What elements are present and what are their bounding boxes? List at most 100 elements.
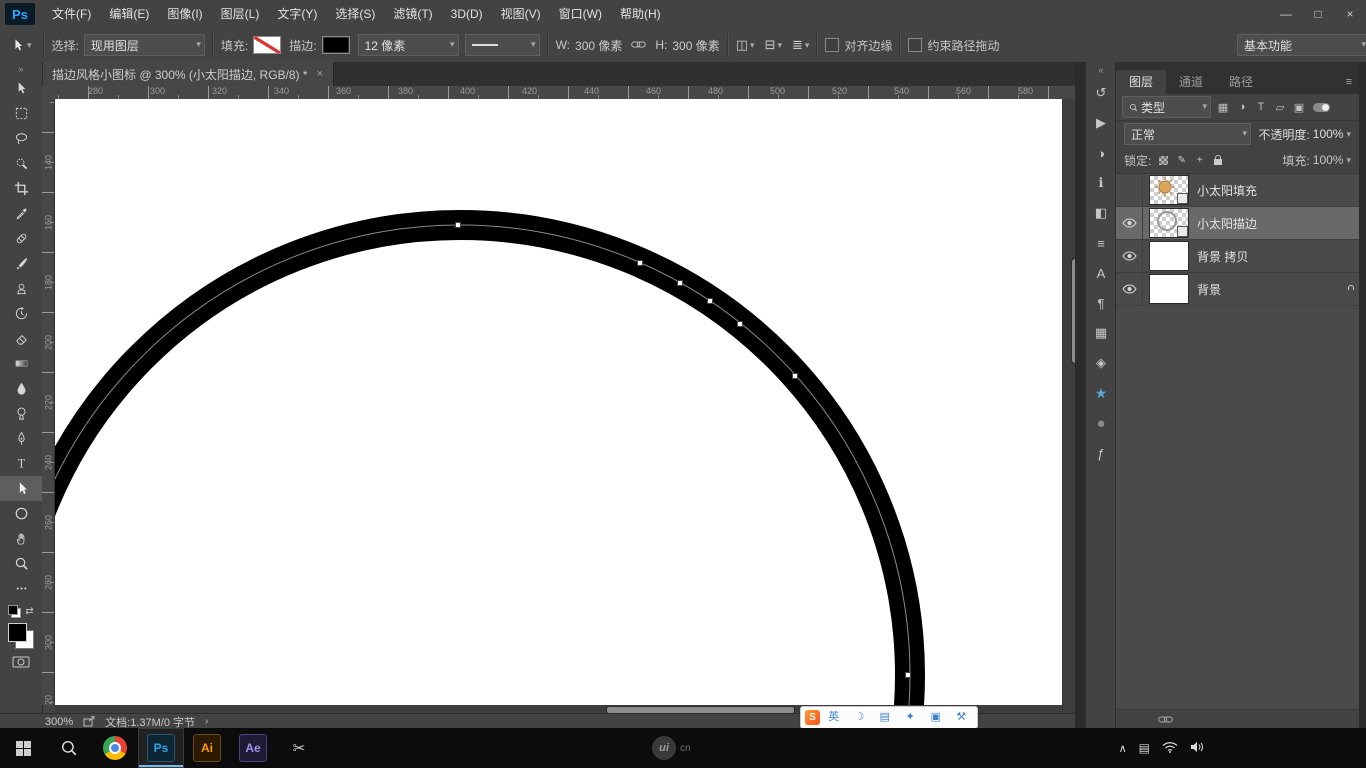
filter-smart-objects-icon[interactable]: ▣ [1292,101,1306,114]
default-colors-button[interactable] [8,605,21,618]
tab-paths[interactable]: 路径 [1216,70,1266,94]
lock-position-button[interactable]: + [1194,154,1205,167]
expand-panels-button[interactable]: « [1098,62,1103,78]
layer-row-sun-stroke[interactable]: 小太阳描边 [1116,207,1359,240]
adjustments-panel-icon[interactable]: ◑ [1086,138,1116,168]
tab-close-icon[interactable]: × [317,68,323,80]
type-tool[interactable]: T [0,451,42,476]
type-menu[interactable]: 文字(Y) [268,0,326,28]
layer-menu[interactable]: 图层(L) [212,0,269,28]
properties-panel-icon[interactable]: ≡ [1086,228,1116,258]
zoom-level-field[interactable]: 300% [45,716,73,728]
clone-stamp-tool[interactable] [0,276,42,301]
stroke-color-swatch[interactable] [322,36,350,54]
vertical-scrollbar[interactable] [1062,99,1076,713]
filter-adjustment-layers-icon[interactable]: ◑ [1235,101,1249,113]
tab-layers[interactable]: 图层 [1116,70,1166,94]
filter-pixel-layers-icon[interactable]: ▦ [1216,101,1230,114]
character-styles-panel-icon[interactable]: ƒ [1086,438,1116,468]
libraries-panel-icon[interactable]: ★ [1086,378,1116,408]
snipping-tool-taskbar-icon[interactable]: ✂ [276,728,322,768]
close-button[interactable]: × [1334,0,1366,28]
filter-type-dropdown[interactable]: 类型 ▾ [1122,96,1211,118]
lock-paint-button[interactable]: ✎ [1176,154,1187,167]
hand-tool[interactable] [0,526,42,551]
lang-toggle[interactable]: 英 [822,708,846,727]
blur-tool[interactable] [0,376,42,401]
history-brush-tool[interactable] [0,301,42,326]
foreground-color-swatch[interactable] [8,623,27,642]
actions-panel-icon[interactable]: ▶ [1086,108,1116,138]
history-panel-icon[interactable]: ↺ [1086,78,1116,108]
glyphs-panel-icon[interactable]: ▦ [1086,318,1116,348]
horizontal-ruler[interactable]: 2803003203403603804004204404604805005205… [55,86,1093,100]
visibility-toggle[interactable] [1116,174,1143,206]
toolbar-collapse-button[interactable]: » [0,62,42,76]
dodge-tool[interactable] [0,401,42,426]
blend-mode-dropdown[interactable]: 正常 ▾ [1124,123,1251,145]
dock-divider[interactable] [1075,62,1085,728]
stroke-width-dropdown[interactable]: 12 像素 ▾ [358,34,459,56]
soft-keyboard[interactable]: ▤ [873,708,897,727]
path-arrangement-button[interactable]: ≣▾ [792,37,809,53]
start-button[interactable] [0,728,46,768]
shape-height-value[interactable]: 300 像素 [672,37,719,54]
pen-tool[interactable] [0,426,42,451]
link-dimensions-button[interactable] [631,38,646,52]
chrome-taskbar-icon[interactable] [92,728,138,768]
align-edges-checkbox[interactable] [825,38,839,52]
swap-colors-button[interactable]: ⇄ [25,606,33,617]
healing-brush-tool[interactable] [0,226,42,251]
image-menu[interactable]: 图像(I) [158,0,211,28]
minimize-button[interactable]: — [1270,0,1302,28]
link-layers-icon[interactable] [1158,715,1173,724]
network-icon[interactable] [1162,741,1178,756]
stroke-type-dropdown[interactable]: ▾ [465,34,540,56]
status-menu-chevron[interactable]: › [205,716,208,727]
vertical-ruler[interactable]: 140160180200220240260280300320 [42,99,55,705]
panel-menu-button[interactable]: ≡ [1346,76,1352,88]
lock-transparency-button[interactable] [1158,154,1169,167]
layer-row-background[interactable]: 背景 [1116,273,1359,306]
window-menu[interactable]: 窗口(W) [550,0,611,28]
eyedropper-tool[interactable] [0,201,42,226]
fullwidth-toggle[interactable]: ☽ [848,708,872,727]
fill-color-swatch[interactable] [253,36,281,54]
edit-menu[interactable]: 编辑(E) [100,0,158,28]
filter-type-layers-icon[interactable]: T [1254,101,1268,113]
photoshop-taskbar-icon[interactable]: Ps [138,728,184,768]
ellipse-shape-tool[interactable] [0,501,42,526]
lock-all-button[interactable] [1212,154,1223,167]
swatches-panel-icon[interactable]: ◈ [1086,348,1116,378]
stock-panel-icon[interactable]: ● [1086,408,1116,438]
color-panel-icon[interactable]: ◧ [1086,198,1116,228]
select-mode-dropdown[interactable]: 现用图层 ▾ [84,34,205,56]
view-menu[interactable]: 视图(V) [492,0,550,28]
path-operations-button[interactable]: ◫▾ [736,37,755,53]
filter-menu[interactable]: 滤镜(T) [384,0,441,28]
restore-button[interactable]: □ [1302,0,1334,28]
layer-thumbnail[interactable] [1149,241,1189,271]
info-panel-icon[interactable]: ℹ [1086,168,1116,198]
after-effects-taskbar-icon[interactable]: Ae [230,728,276,768]
clipboard-button[interactable]: ▣ [924,708,948,727]
visibility-toggle[interactable] [1116,207,1143,239]
fill-opacity-value[interactable]: 100% [1313,153,1344,167]
tray-expand-icon[interactable]: ∧ [1119,742,1127,755]
tab-channels[interactable]: 通道 [1166,70,1216,94]
ruler-origin-corner[interactable] [42,86,56,100]
layer-thumbnail[interactable] [1149,274,1189,304]
marquee-tool[interactable] [0,101,42,126]
layer-row-background-copy[interactable]: 背景 拷贝 [1116,240,1359,273]
character-panel-icon[interactable]: A [1086,258,1116,288]
illustrator-taskbar-icon[interactable]: Ai [184,728,230,768]
shape-width-value[interactable]: 300 像素 [575,37,622,54]
edit-toolbar-button[interactable] [0,576,42,601]
select-menu[interactable]: 选择(S) [326,0,384,28]
layer-thumbnail[interactable] [1149,175,1189,205]
opacity-value[interactable]: 100% [1313,127,1344,141]
toolbox-button[interactable]: ⚒ [950,708,974,727]
document-canvas[interactable] [55,99,1062,705]
layer-thumbnail[interactable] [1149,208,1189,238]
layer-filter-toggle[interactable] [1313,103,1330,112]
